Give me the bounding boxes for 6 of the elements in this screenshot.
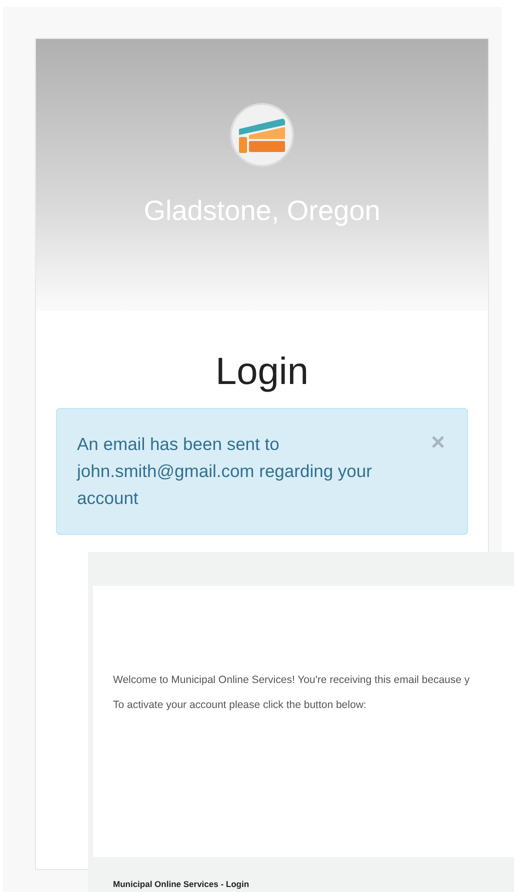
alert-message: An email has been sent to john.smith@gmail.com regarding your account bbox=[77, 433, 373, 510]
email-text: To activate your account please click the button below: bbox=[113, 699, 368, 711]
login-heading: Login bbox=[214, 351, 310, 394]
close-button[interactable]: × bbox=[430, 431, 445, 455]
email-text: Welcome to Municipal Online Services! You're receiving this email because y bbox=[113, 674, 471, 686]
email-footer-text: Municipal Online Services - Login bbox=[113, 879, 250, 889]
